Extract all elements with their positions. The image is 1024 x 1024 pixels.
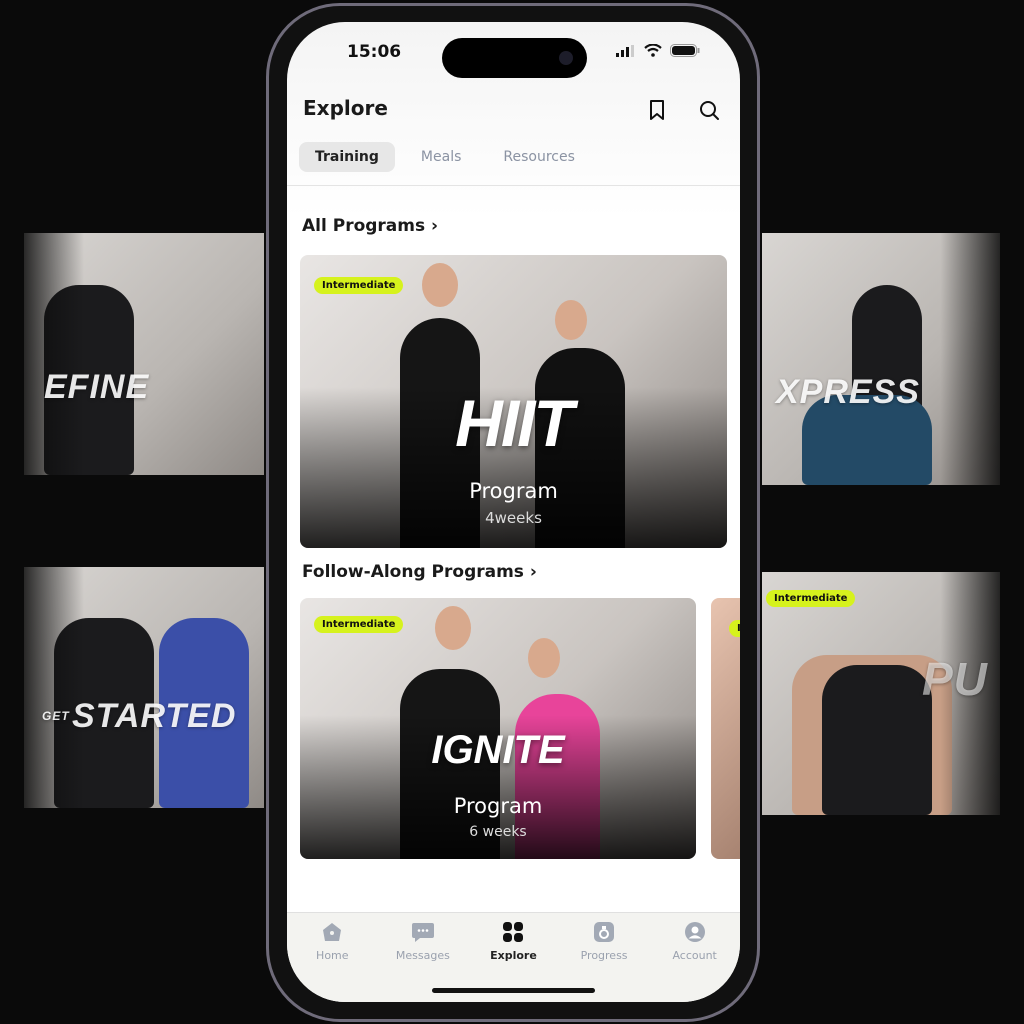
- xpress-logo: XPRESS: [776, 373, 920, 411]
- section-title: Follow-Along Programs: [302, 562, 524, 582]
- nav-account[interactable]: Account: [655, 921, 735, 1002]
- chevron-right-icon: ›: [431, 216, 439, 236]
- chevron-right-icon: ›: [529, 562, 537, 582]
- hiit-logo: HIIT: [455, 386, 574, 460]
- get-label: GET: [42, 709, 70, 723]
- started-logo: STARTED: [72, 697, 237, 735]
- program-card-peek[interactable]: In: [711, 598, 740, 859]
- divider: [287, 185, 740, 186]
- section-title: All Programs: [302, 216, 426, 236]
- program-card-hiit[interactable]: Intermediate HIIT Program 4weeks: [300, 255, 727, 548]
- tab-bar: Training Meals Resources: [299, 142, 591, 172]
- program-label: Program: [453, 794, 543, 818]
- page-title: Explore: [303, 96, 388, 120]
- side-card-define: EFINE: [24, 233, 264, 475]
- tab-training[interactable]: Training: [299, 142, 395, 172]
- tab-resources[interactable]: Resources: [487, 142, 591, 172]
- intermediate-badge: In: [729, 620, 740, 637]
- intermediate-badge: Intermediate: [314, 277, 404, 294]
- progress-icon: [594, 922, 615, 942]
- program-card-ignite[interactable]: Intermediate IGNITE Program 6 weeks: [300, 598, 696, 859]
- grid-icon: [503, 922, 524, 942]
- nav-label: Account: [672, 949, 717, 962]
- signal-icon: [616, 44, 634, 57]
- tab-meals[interactable]: Meals: [405, 142, 477, 172]
- intermediate-badge: Intermediate: [314, 616, 404, 633]
- nav-label: Home: [316, 949, 349, 962]
- search-icon[interactable]: [697, 98, 721, 122]
- program-label: Program: [469, 479, 558, 503]
- program-duration: 4weeks: [485, 509, 542, 527]
- nav-home[interactable]: Home: [292, 921, 372, 1002]
- all-programs-link[interactable]: All Programs ›: [302, 216, 438, 236]
- bookmark-icon[interactable]: [645, 98, 669, 122]
- status-time: 15:06: [347, 42, 402, 62]
- define-logo: EFINE: [44, 368, 150, 406]
- follow-along-programs-link[interactable]: Follow-Along Programs ›: [302, 562, 537, 582]
- side-card-get-started: GET STARTED: [24, 567, 264, 808]
- battery-icon: [670, 44, 700, 57]
- status-icons: [616, 44, 700, 57]
- dynamic-island: [442, 38, 587, 78]
- wifi-icon: [644, 44, 662, 57]
- intermediate-badge: Intermediate: [766, 590, 856, 607]
- nav-label: Messages: [395, 949, 450, 962]
- program-duration: 6 weeks: [469, 824, 527, 840]
- nav-label: Progress: [580, 949, 628, 962]
- pump-logo: PU: [922, 653, 988, 705]
- ignite-logo: IGNITE: [431, 728, 565, 772]
- home-indicator[interactable]: [432, 988, 595, 993]
- account-icon: [684, 922, 705, 942]
- side-card-pump: Intermediate PU: [762, 572, 1000, 815]
- home-icon: [323, 923, 342, 941]
- chat-icon: [411, 923, 434, 942]
- phone-screen: 15:06 Explore Training Meals Resources A…: [287, 22, 740, 1002]
- side-card-xpress: XPRESS: [762, 233, 1000, 485]
- nav-label: Explore: [490, 949, 537, 962]
